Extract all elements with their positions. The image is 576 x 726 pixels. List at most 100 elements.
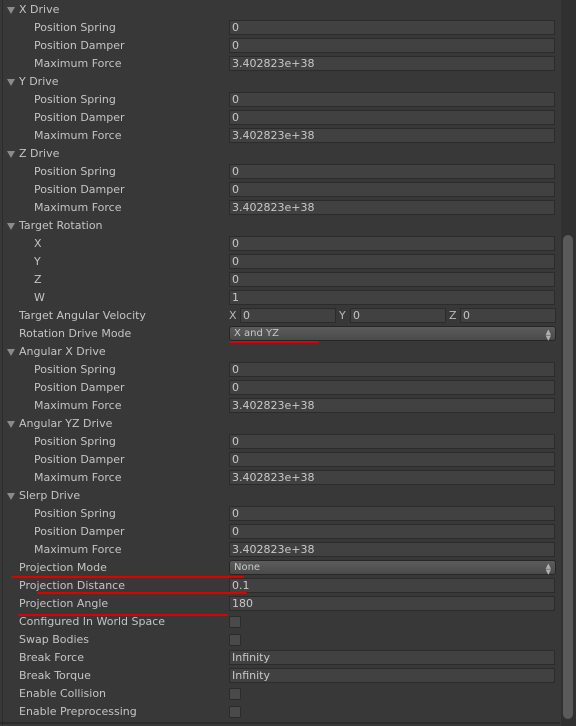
maximum-force-input[interactable]: 3.402823e+38 — [229, 56, 555, 71]
row-slerp-drive[interactable]: Slerp Drive — [0, 487, 560, 505]
vector-y-input[interactable]: 0 — [350, 308, 446, 323]
row-position-spring: Position Spring 0 — [0, 163, 560, 181]
x-input[interactable]: 0 — [229, 236, 555, 251]
row-maximum-force: Maximum Force 3.402823e+38 — [0, 541, 560, 559]
axis-label: Z — [449, 309, 457, 322]
annotation-underline — [37, 592, 247, 594]
position-spring-input[interactable]: 0 — [229, 164, 555, 179]
row-position-damper: Position Damper 0 — [0, 451, 560, 469]
field-label: Break Torque — [19, 669, 91, 682]
y-input[interactable]: 0 — [229, 254, 555, 269]
field-label: Position Spring — [34, 93, 116, 106]
annotation-underline — [229, 341, 319, 343]
field-label: Swap Bodies — [19, 633, 90, 646]
dropdown-arrows-icon: ▲ ▼ — [545, 328, 551, 342]
foldout-triangle-icon[interactable] — [7, 493, 15, 500]
row-projection-mode: Projection Mode None ▲ ▼ — [0, 559, 560, 577]
vector-y: Y0 — [339, 308, 446, 323]
row-target-angular-velocity: Target Angular Velocity X 0 Y 0 Z 0 — [0, 307, 560, 325]
field-label: Angular X Drive — [19, 345, 106, 358]
rotation-drive-mode-dropdown[interactable]: X and YZ ▲ ▼ — [229, 326, 556, 342]
field-label: Position Spring — [34, 507, 116, 520]
row-angular-yz-drive[interactable]: Angular YZ Drive — [0, 415, 560, 433]
foldout-triangle-icon[interactable] — [7, 349, 15, 356]
maximum-force-input[interactable]: 3.402823e+38 — [229, 398, 555, 413]
enable-collision-checkbox[interactable] — [229, 688, 241, 700]
foldout-triangle-icon[interactable] — [7, 7, 15, 14]
position-damper-input[interactable]: 0 — [229, 38, 555, 53]
field-label: Angular YZ Drive — [19, 417, 113, 430]
field-label: Position Damper — [34, 453, 125, 466]
break-force-input[interactable]: Infinity — [229, 650, 555, 665]
w-input[interactable]: 1 — [229, 290, 555, 305]
field-label: Position Damper — [34, 111, 125, 124]
row-position-spring: Position Spring 0 — [0, 361, 560, 379]
field-label: Maximum Force — [34, 399, 122, 412]
foldout-triangle-icon[interactable] — [7, 79, 15, 86]
position-damper-input[interactable]: 0 — [229, 452, 555, 467]
vector-x: X0 — [229, 308, 336, 323]
field-label: X Drive — [19, 3, 60, 16]
row-w: W1 — [0, 289, 560, 307]
swap-bodies-checkbox[interactable] — [229, 634, 241, 646]
dropdown-value: None — [234, 562, 261, 573]
row-angular-x-drive[interactable]: Angular X Drive — [0, 343, 560, 361]
scrollbar-thumb[interactable] — [563, 235, 573, 719]
field-label: Target Rotation — [19, 219, 103, 232]
position-spring-input[interactable]: 0 — [229, 506, 555, 521]
row-target-rotation[interactable]: Target Rotation — [0, 217, 560, 235]
row-maximum-force: Maximum Force 3.402823e+38 — [0, 55, 560, 73]
field-label: Position Damper — [34, 39, 125, 52]
field-label: Projection Distance — [19, 579, 125, 592]
row-enable-preprocessing: Enable Preprocessing — [0, 703, 560, 721]
configured-in-world-space-checkbox[interactable] — [229, 616, 241, 628]
row-position-damper: Position Damper 0 — [0, 109, 560, 127]
row-position-damper: Position Damper 0 — [0, 523, 560, 541]
maximum-force-input[interactable]: 3.402823e+38 — [229, 200, 555, 215]
position-spring-input[interactable]: 0 — [229, 92, 555, 107]
foldout-triangle-icon[interactable] — [7, 223, 15, 230]
position-damper-input[interactable]: 0 — [229, 380, 555, 395]
position-damper-input[interactable]: 0 — [229, 182, 555, 197]
row-position-spring: Position Spring 0 — [0, 433, 560, 451]
position-spring-input[interactable]: 0 — [229, 434, 555, 449]
row-break-force: Break Force Infinity — [0, 649, 560, 667]
field-label: Maximum Force — [34, 201, 122, 214]
field-label: Configured In World Space — [19, 615, 166, 628]
field-label: X — [34, 237, 42, 250]
dropdown-arrows-icon: ▲ ▼ — [545, 562, 551, 576]
foldout-triangle-icon[interactable] — [7, 421, 15, 428]
position-damper-input[interactable]: 0 — [229, 524, 555, 539]
vector-z-input[interactable]: 0 — [460, 308, 556, 323]
field-label: Y — [34, 255, 41, 268]
annotation-underline — [11, 576, 244, 578]
field-label: Maximum Force — [34, 471, 122, 484]
maximum-force-input[interactable]: 3.402823e+38 — [229, 542, 555, 557]
row-y-drive[interactable]: Y Drive — [0, 73, 560, 91]
field-label: Y Drive — [19, 75, 59, 88]
position-spring-input[interactable]: 0 — [229, 20, 555, 35]
projection-distance-input[interactable]: 0.1 — [229, 578, 555, 593]
maximum-force-input[interactable]: 3.402823e+38 — [229, 470, 555, 485]
position-spring-input[interactable]: 0 — [229, 362, 555, 377]
field-label: Target Angular Velocity — [19, 309, 146, 322]
enable-preprocessing-checkbox[interactable] — [229, 706, 241, 718]
field-label: Enable Preprocessing — [19, 705, 137, 718]
break-torque-input[interactable]: Infinity — [229, 668, 555, 683]
field-label: Position Spring — [34, 363, 116, 376]
projection-mode-dropdown[interactable]: None ▲ ▼ — [229, 560, 556, 576]
axis-label: X — [229, 309, 237, 322]
field-label: W — [34, 291, 45, 304]
z-input[interactable]: 0 — [229, 272, 555, 287]
row-maximum-force: Maximum Force 3.402823e+38 — [0, 127, 560, 145]
field-label: Break Force — [19, 651, 84, 664]
vector-x-input[interactable]: 0 — [240, 308, 336, 323]
maximum-force-input[interactable]: 3.402823e+38 — [229, 128, 555, 143]
foldout-triangle-icon[interactable] — [7, 151, 15, 158]
field-label: Position Spring — [34, 165, 116, 178]
projection-angle-input[interactable]: 180 — [229, 596, 555, 611]
row-z-drive[interactable]: Z Drive — [0, 145, 560, 163]
row-x-drive[interactable]: X Drive — [0, 1, 560, 19]
field-label: Slerp Drive — [19, 489, 81, 502]
position-damper-input[interactable]: 0 — [229, 110, 555, 125]
